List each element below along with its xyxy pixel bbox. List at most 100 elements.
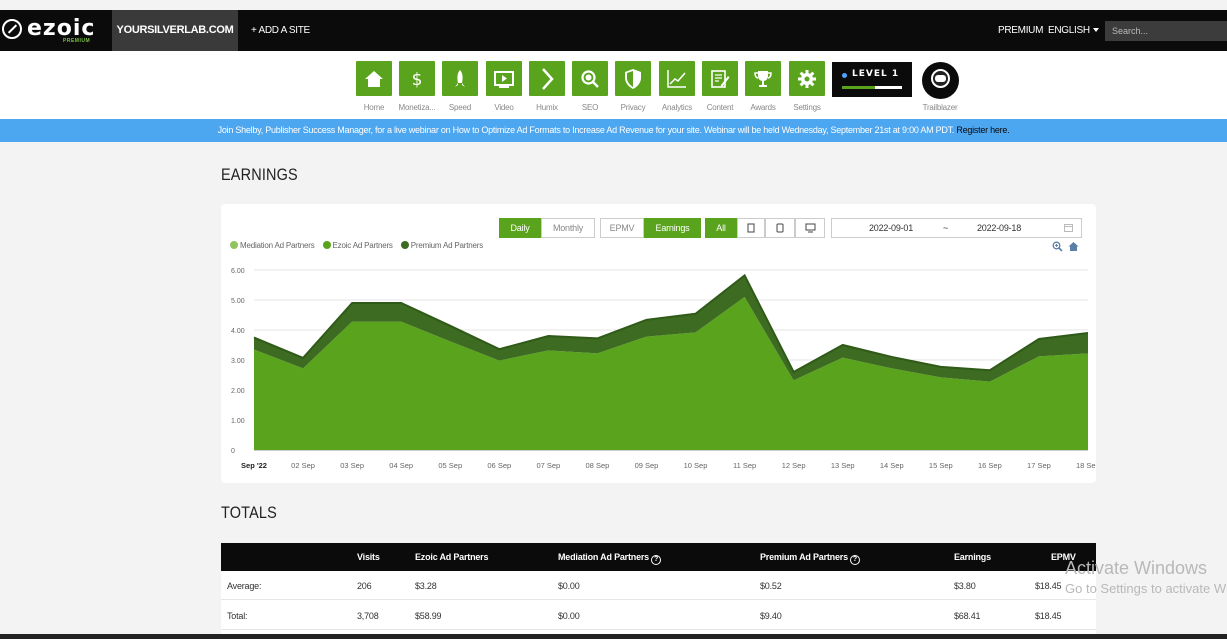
- x-tick-label: 04 Sep: [389, 461, 413, 470]
- add-site-link[interactable]: + ADD A SITE: [251, 10, 310, 51]
- site-selector[interactable]: YOURSILVERLAB.COM: [112, 10, 238, 51]
- level-dot-icon: [842, 73, 847, 78]
- y-tick-label: 1.00: [231, 418, 245, 425]
- header-premium-label: Premium Ad Partners: [760, 552, 848, 562]
- logo-premium-label: PREMIUM: [63, 38, 91, 44]
- level-badge[interactable]: LEVEL 1: [832, 62, 912, 97]
- x-tick-label: 14 Sep: [880, 461, 904, 470]
- svg-text:$: $: [412, 70, 423, 89]
- trophy-icon: [754, 70, 772, 87]
- language-dropdown[interactable]: ENGLISH: [1048, 10, 1099, 51]
- level-label: LEVEL 1: [852, 69, 900, 79]
- nav-item-humix[interactable]: Humix: [529, 61, 565, 112]
- cell-mediation: $0.00: [558, 611, 580, 621]
- x-tick-label: 16 Sep: [978, 461, 1002, 470]
- edit-icon: [711, 69, 730, 88]
- table-row: Total: 3,708 $58.99 $0.00 $9.40 $68.41 $…: [221, 601, 1096, 630]
- nav-item-settings[interactable]: Settings: [789, 61, 825, 112]
- x-tick-label: 18 Sep: [1076, 461, 1096, 470]
- language-label: ENGLISH: [1048, 25, 1090, 36]
- chevron-right-icon: [542, 67, 554, 90]
- rocket-icon: [455, 69, 465, 87]
- totals-title: TOTALS: [221, 503, 277, 522]
- header-mediation: Mediation Ad Partners?: [558, 552, 661, 565]
- line-chart-icon: [667, 69, 686, 88]
- y-tick-label: 3.00: [231, 358, 245, 365]
- home-icon: [365, 70, 383, 87]
- cell-visits: 3,708: [357, 611, 379, 621]
- earnings-title: EARNINGS: [221, 165, 298, 184]
- x-tick-label: 13 Sep: [831, 461, 855, 470]
- totals-table: Visits Ezoic Ad Partners Mediation Ad Pa…: [221, 543, 1096, 639]
- cell-earnings: $3.80: [954, 581, 976, 591]
- ezoic-logo-icon: [2, 19, 22, 39]
- watermark-line-2: Go to Settings to activate Windows.: [1065, 581, 1227, 596]
- caret-down-icon: [1092, 28, 1099, 33]
- y-tick-label: 2.00: [231, 388, 245, 395]
- nav-item-privacy[interactable]: Privacy: [615, 61, 651, 112]
- register-link[interactable]: Register here.: [956, 125, 1009, 135]
- top-bar: ezoic PREMIUM YOURSILVERLAB.COM + ADD A …: [0, 10, 1227, 51]
- ezoic-logo[interactable]: ezoic PREMIUM: [2, 16, 102, 46]
- trailblazer-badge[interactable]: Trailblazer: [920, 62, 960, 112]
- nav-item-monetization[interactable]: $ Monetiza...: [399, 61, 436, 112]
- x-tick-label: 02 Sep: [291, 461, 315, 470]
- help-icon[interactable]: ?: [650, 555, 661, 565]
- watermark-line-1: Activate Windows: [1065, 558, 1208, 578]
- premium-link[interactable]: PREMIUM: [998, 10, 1043, 51]
- nav-item-seo[interactable]: SEO: [572, 61, 608, 112]
- astronaut-icon: [921, 62, 959, 99]
- gear-icon: [798, 69, 816, 88]
- level-progress-fill: [842, 86, 875, 89]
- nav-item-awards[interactable]: Awards: [745, 61, 781, 112]
- row-label: Average:: [227, 581, 262, 591]
- magnifier-icon: [581, 69, 599, 88]
- webinar-banner: Join Shelby, Publisher Success Manager, …: [0, 119, 1227, 142]
- cell-visits: 206: [357, 581, 372, 591]
- header-earnings: Earnings: [954, 552, 991, 562]
- help-icon[interactable]: ?: [849, 555, 860, 565]
- x-tick-label: 11 Sep: [733, 461, 756, 470]
- y-tick-label: 0: [231, 448, 235, 455]
- header-ezoic: Ezoic Ad Partners: [415, 552, 489, 562]
- header-premium: Premium Ad Partners?: [760, 552, 860, 565]
- table-row: Average: 206 $3.28 $0.00 $0.52 $3.80 $18…: [221, 571, 1096, 600]
- cell-premium: $9.40: [760, 611, 782, 621]
- cell-mediation: $0.00: [558, 581, 580, 591]
- y-tick-label: 6.00: [231, 268, 245, 275]
- x-tick-label: 15 Sep: [929, 461, 953, 470]
- x-tick-label: 08 Sep: [586, 461, 610, 470]
- cell-premium: $0.52: [760, 581, 782, 591]
- x-tick-label: 12 Sep: [782, 461, 806, 470]
- header-visits: Visits: [357, 552, 380, 562]
- app-nav: Home $ Monetiza... Speed Video Humix SEO…: [0, 51, 1227, 119]
- x-tick-label: 05 Sep: [438, 461, 462, 470]
- nav-label: Settings: [793, 103, 821, 112]
- banner-text: Join Shelby, Publisher Success Manager, …: [217, 125, 955, 135]
- cell-epmv: $18.45: [1035, 581, 1062, 591]
- x-tick-label: 03 Sep: [340, 461, 364, 470]
- level-progress-bar: [842, 86, 902, 89]
- x-tick-label: 06 Sep: [487, 461, 511, 470]
- table-header: Visits Ezoic Ad Partners Mediation Ad Pa…: [221, 543, 1096, 571]
- nav-item-analytics[interactable]: Analytics: [659, 61, 695, 112]
- row-label: Total:: [227, 611, 248, 621]
- cell-ezoic: $3.28: [415, 581, 437, 591]
- header-mediation-label: Mediation Ad Partners: [558, 552, 649, 562]
- dollar-icon: $: [412, 70, 423, 89]
- nav-item-video[interactable]: Video: [486, 61, 522, 112]
- search-input[interactable]: [1105, 21, 1227, 41]
- earnings-area-chart: 0 1.00 2.00 3.00 4.00 5.00 6.00 Sep '22 02 Sep 03…: [231, 268, 1096, 470]
- earnings-chart-card: Daily Monthly EPMV Earnings All 2022-09-…: [221, 204, 1096, 483]
- y-tick-label: 5.00: [231, 298, 245, 305]
- x-tick-label: 10 Sep: [684, 461, 708, 470]
- nav-item-content[interactable]: Content: [702, 61, 738, 112]
- cell-ezoic: $58.99: [415, 611, 442, 621]
- shield-icon: [625, 68, 641, 89]
- x-tick-label: 07 Sep: [536, 461, 560, 470]
- y-tick-label: 4.00: [231, 328, 245, 335]
- nav-item-home[interactable]: Home: [356, 61, 392, 112]
- nav-item-speed[interactable]: Speed: [442, 61, 478, 112]
- x-tick-label: 09 Sep: [635, 461, 659, 470]
- cell-earnings: $68.41: [954, 611, 981, 621]
